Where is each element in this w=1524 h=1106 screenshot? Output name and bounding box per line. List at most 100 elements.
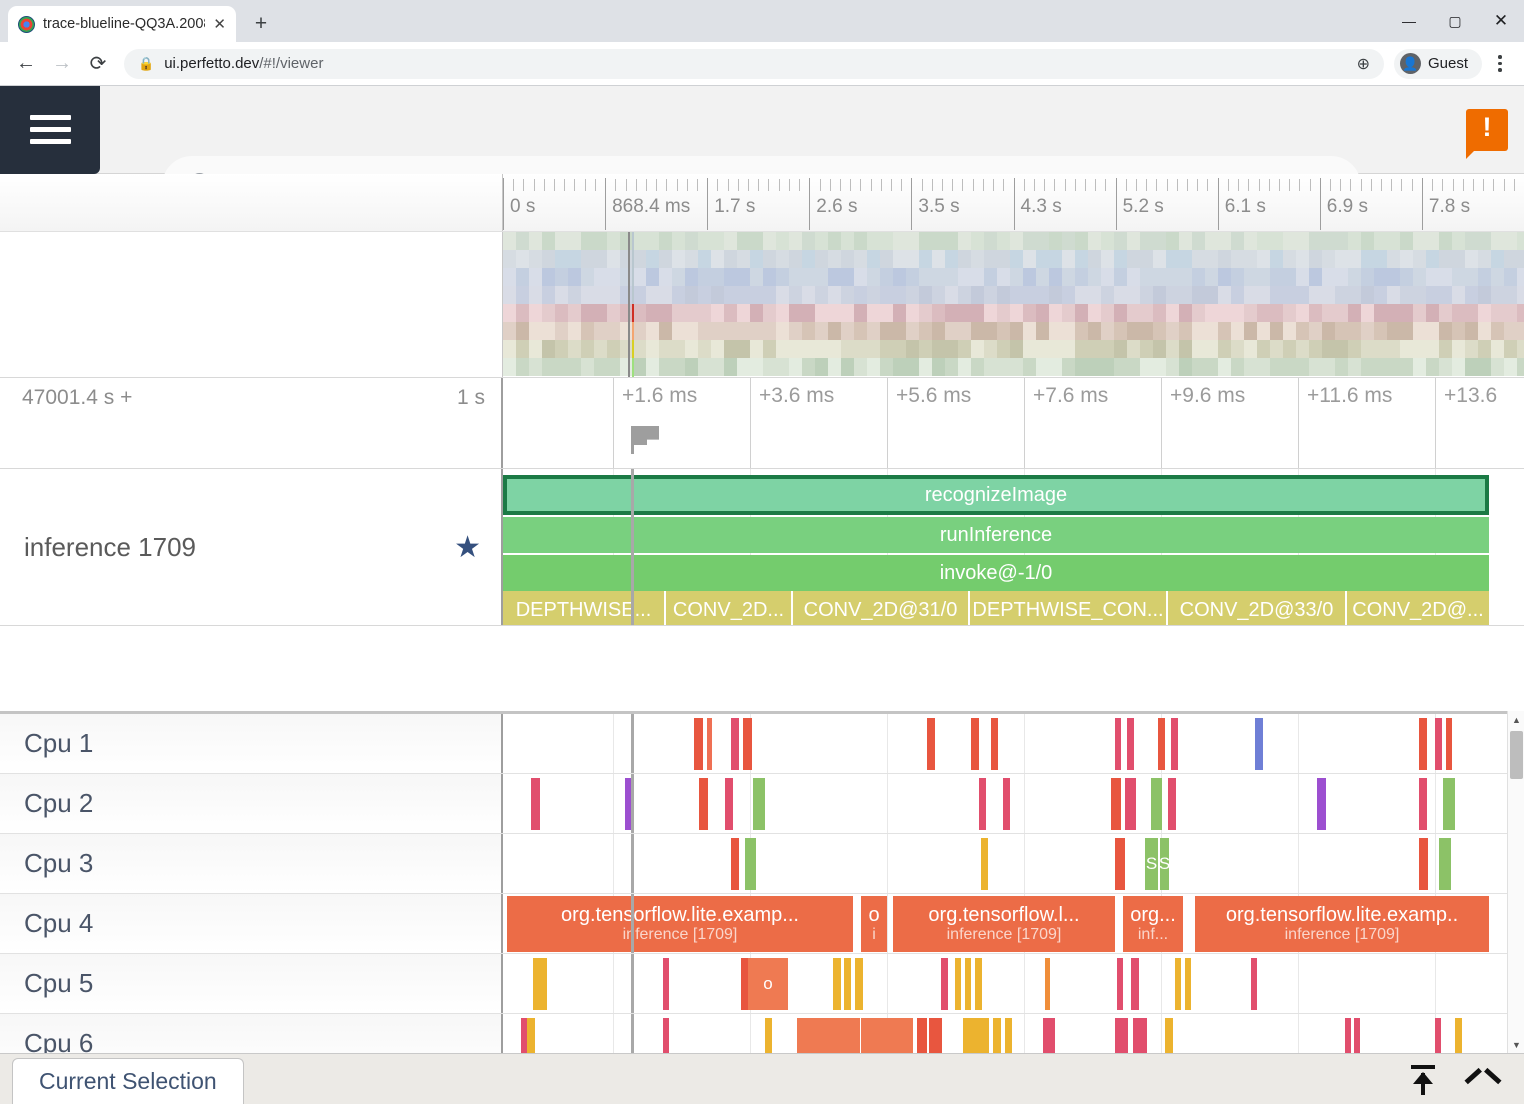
cpu-slice[interactable]	[1165, 1018, 1173, 1053]
minimap-viewport-marker[interactable]	[628, 232, 630, 377]
minimap-viewport-marker[interactable]	[632, 358, 634, 377]
offset-ruler[interactable]: 47001.4 s + 1 s +1.6 ms+3.6 ms+5.6 ms+7.…	[0, 377, 1524, 469]
browser-menu-icon[interactable]	[1486, 55, 1514, 72]
cpu-slice[interactable]	[1419, 718, 1427, 770]
cpu-slice[interactable]	[1115, 838, 1125, 890]
zoom-icon[interactable]: ⊕	[1357, 54, 1370, 74]
browser-tab[interactable]: trace-blueline-QQ3A.200805. ✕	[8, 6, 236, 42]
cpu-slice[interactable]	[1115, 718, 1121, 770]
cpu-slice[interactable]	[1151, 778, 1162, 830]
tab-current-selection[interactable]: Current Selection	[12, 1058, 244, 1104]
timeline-slice[interactable]: runInference	[503, 517, 1489, 553]
timeline-slice[interactable]: CONV_2D@...	[1347, 591, 1489, 625]
cpu-track-gutter[interactable]: Cpu 1	[0, 714, 503, 773]
chevron-up-icon[interactable]	[1466, 1062, 1500, 1096]
cpu-slice[interactable]: org.tensorflow.lite.examp..inference [17…	[1195, 896, 1489, 952]
cpu-slice[interactable]	[1115, 1018, 1128, 1053]
minimize-button[interactable]: —	[1386, 0, 1432, 42]
cpu-slice[interactable]	[1043, 1018, 1055, 1053]
cpu-track-row[interactable]: Cpu 6	[0, 1014, 1524, 1053]
cpu-slice[interactable]: org...inf...	[1123, 896, 1183, 952]
cpu-slice[interactable]	[1255, 718, 1263, 770]
minimap-viewport-marker[interactable]	[632, 304, 634, 322]
cpu-slice[interactable]	[963, 1018, 989, 1053]
cpu-slice[interactable]	[731, 718, 739, 770]
cpu-slice[interactable]	[941, 958, 948, 1010]
cpu-track-row[interactable]: Cpu 1	[0, 714, 1524, 774]
cpu-track-list[interactable]: Cpu 1Cpu 2Cpu 3SSCpu 4org.tensorflow.lit…	[0, 711, 1524, 1053]
cpu-track-gutter[interactable]: Cpu 4	[0, 894, 503, 953]
slice-track-gutter[interactable]: inference 1709 ★	[0, 469, 503, 625]
cpu-slice[interactable]	[1185, 958, 1191, 1010]
cpu-slice[interactable]	[1435, 1018, 1441, 1053]
cpu-slice[interactable]	[1251, 958, 1257, 1010]
cpu-track-gutter[interactable]: Cpu 6	[0, 1014, 503, 1053]
cpu-slice[interactable]	[1133, 1018, 1147, 1053]
cpu-slice[interactable]	[1131, 958, 1139, 1010]
reload-icon[interactable]: ⟳	[82, 48, 114, 80]
guest-profile-button[interactable]: 👤 Guest	[1394, 49, 1482, 79]
cpu-slice[interactable]	[1439, 838, 1451, 890]
cpu-slice[interactable]	[1111, 778, 1121, 830]
timeline-slice[interactable]: CONV_2D@31/0	[793, 591, 968, 625]
overview-minimap[interactable]	[0, 232, 1524, 377]
cpu-slice[interactable]	[1443, 778, 1455, 830]
cpu-slice[interactable]	[1127, 718, 1134, 770]
cpu-slice[interactable]	[725, 778, 733, 830]
new-tab-button[interactable]: +	[246, 9, 276, 39]
cpu-slice[interactable]	[1345, 1018, 1351, 1053]
cpu-slice[interactable]	[844, 958, 851, 1010]
cpu-slice[interactable]	[1005, 1018, 1012, 1053]
cpu-slice[interactable]	[1003, 778, 1010, 830]
cpu-slice[interactable]	[1045, 958, 1050, 1010]
cpu-slice[interactable]	[1419, 778, 1427, 830]
vertical-align-top-icon[interactable]	[1406, 1062, 1440, 1096]
cpu-slice[interactable]	[1354, 1018, 1360, 1053]
cpu-slice[interactable]	[531, 778, 540, 830]
cpu-slice[interactable]	[731, 838, 739, 890]
cpu-track-canvas[interactable]: SS	[503, 834, 1524, 893]
cpu-track-row[interactable]: Cpu 3SS	[0, 834, 1524, 894]
cpu-slice[interactable]	[965, 958, 971, 1010]
cpu-slice[interactable]	[971, 718, 979, 770]
address-bar[interactable]: 🔒 ui.perfetto.dev/#!/viewer ⊕	[124, 49, 1384, 79]
star-icon[interactable]: ★	[454, 530, 481, 565]
sidebar-toggle-button[interactable]	[0, 86, 100, 174]
cpu-slice[interactable]: o	[748, 958, 788, 1010]
cpu-slice[interactable]	[927, 718, 935, 770]
cpu-slice[interactable]	[1168, 778, 1176, 830]
cpu-slice[interactable]	[1158, 718, 1165, 770]
cpu-slice[interactable]: oi	[861, 896, 887, 952]
cpu-slice[interactable]	[993, 1018, 1001, 1053]
slice-canvas[interactable]: recognizeImagerunInferenceinvoke@-1/0DEP…	[503, 469, 1524, 625]
vertical-scrollbar[interactable]: ▲ ▼	[1507, 711, 1524, 1053]
forward-icon[interactable]: →	[46, 48, 78, 80]
close-icon[interactable]: ✕	[213, 17, 226, 32]
cpu-track-gutter[interactable]: Cpu 2	[0, 774, 503, 833]
cpu-slice[interactable]	[929, 1018, 942, 1053]
cpu-track-canvas[interactable]: org.tensorflow.lite.examp...inference [1…	[503, 894, 1524, 953]
cpu-slice[interactable]	[663, 1018, 669, 1053]
cpu-slice[interactable]: S	[1145, 838, 1158, 890]
cpu-slice[interactable]	[745, 838, 756, 890]
cpu-slice[interactable]	[1117, 958, 1123, 1010]
cpu-slice[interactable]	[699, 778, 708, 830]
cpu-slice[interactable]	[1455, 1018, 1462, 1053]
cpu-slice[interactable]	[663, 958, 669, 1010]
cpu-slice[interactable]: org.tensorflow.lite.examp...inference [1…	[507, 896, 853, 952]
timeline-slice[interactable]: DEPTHWISE_CON...	[970, 591, 1166, 625]
cpu-slice[interactable]	[917, 1018, 927, 1053]
cpu-slice[interactable]	[1125, 778, 1136, 830]
cpu-slice[interactable]	[533, 958, 547, 1010]
timeline-slice[interactable]: recognizeImage	[503, 475, 1489, 515]
minimap-viewport-marker[interactable]	[632, 322, 634, 340]
timeline-slice[interactable]: CONV_2D@33/0	[1168, 591, 1345, 625]
cpu-slice[interactable]	[527, 1018, 535, 1053]
cpu-track-canvas[interactable]: o	[503, 954, 1524, 1013]
cpu-track-canvas[interactable]	[503, 714, 1524, 773]
minimap-viewport-marker[interactable]	[632, 340, 634, 358]
minimap-canvas[interactable]	[503, 232, 1524, 377]
cpu-slice[interactable]	[1419, 838, 1428, 890]
cpu-track-gutter[interactable]: Cpu 5	[0, 954, 503, 1013]
cpu-slice[interactable]	[707, 718, 712, 770]
